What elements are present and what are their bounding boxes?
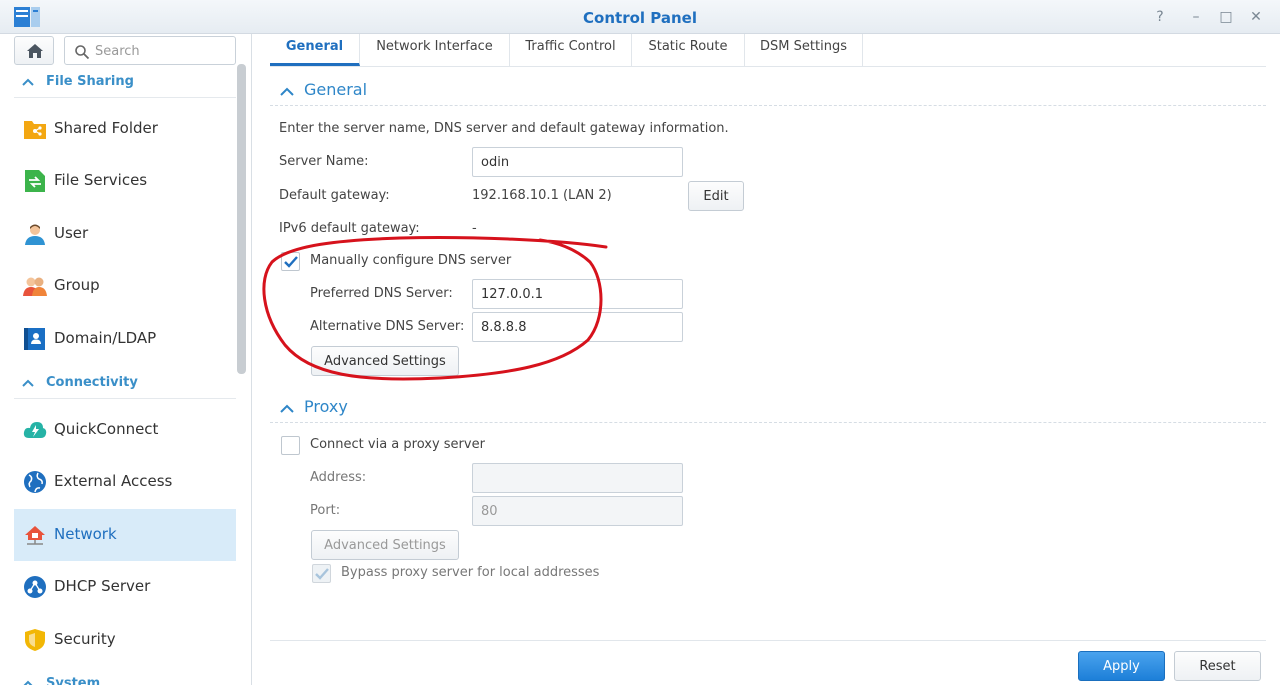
tab-bar: General Network Interface Traffic Contro… bbox=[270, 34, 1266, 67]
proxy-connect-checkbox[interactable] bbox=[281, 436, 300, 455]
search-box bbox=[64, 36, 236, 65]
chevron-up-icon bbox=[280, 404, 294, 413]
quickconnect-icon bbox=[23, 422, 47, 438]
manual-dns-label: Manually configure DNS server bbox=[310, 253, 512, 268]
section-system[interactable]: System bbox=[14, 670, 236, 685]
proxy-advanced-settings-button[interactable]: Advanced Settings bbox=[311, 530, 459, 560]
reset-button[interactable]: Reset bbox=[1174, 651, 1261, 681]
sidebar-item-security[interactable]: Security bbox=[14, 614, 236, 666]
general-description: Enter the server name, DNS server and de… bbox=[279, 121, 729, 136]
preferred-dns-label: Preferred DNS Server: bbox=[310, 286, 453, 301]
chevron-up-icon bbox=[23, 680, 33, 685]
footer-divider bbox=[270, 640, 1266, 641]
section-connectivity[interactable]: Connectivity bbox=[14, 369, 236, 399]
sidebar-item-quickconnect[interactable]: QuickConnect bbox=[14, 404, 236, 456]
alternative-dns-label: Alternative DNS Server: bbox=[310, 319, 465, 334]
maximize-icon[interactable]: □ bbox=[1216, 7, 1236, 27]
dhcp-server-icon bbox=[24, 576, 46, 598]
general-group-header[interactable]: General bbox=[270, 76, 1266, 106]
server-name-label: Server Name: bbox=[279, 154, 369, 169]
proxy-address-label: Address: bbox=[310, 470, 367, 485]
proxy-port-label: Port: bbox=[310, 503, 341, 518]
proxy-port-input[interactable] bbox=[472, 496, 683, 526]
home-button[interactable] bbox=[14, 36, 54, 65]
shared-folder-icon bbox=[24, 121, 46, 139]
proxy-connect-label: Connect via a proxy server bbox=[310, 437, 485, 452]
preferred-dns-input[interactable] bbox=[472, 279, 683, 309]
sidebar-item-domain-ldap[interactable]: Domain/LDAP bbox=[14, 313, 236, 365]
ipv6-gateway-label: IPv6 default gateway: bbox=[279, 221, 420, 236]
checkmark-icon bbox=[284, 256, 298, 268]
tab-static-route[interactable]: Static Route bbox=[632, 34, 745, 66]
section-file-sharing[interactable]: File Sharing bbox=[14, 68, 236, 98]
bypass-proxy-checkbox[interactable] bbox=[312, 564, 331, 583]
sidebar-item-shared-folder[interactable]: Shared Folder bbox=[14, 103, 236, 155]
network-icon bbox=[25, 526, 45, 545]
help-icon[interactable]: ? bbox=[1150, 7, 1170, 27]
chevron-up-icon bbox=[22, 78, 34, 86]
default-gateway-label: Default gateway: bbox=[279, 188, 390, 203]
user-icon bbox=[25, 224, 45, 245]
checkmark-icon bbox=[315, 568, 329, 580]
window-title: Control Panel bbox=[583, 9, 697, 27]
server-name-input[interactable] bbox=[472, 147, 683, 177]
bypass-proxy-label: Bypass proxy server for local addresses bbox=[341, 565, 600, 580]
search-icon bbox=[75, 45, 90, 60]
ipv6-gateway-value: - bbox=[472, 221, 477, 236]
home-icon bbox=[27, 44, 43, 58]
minimize-icon[interactable]: – bbox=[1186, 7, 1206, 27]
proxy-address-input[interactable] bbox=[472, 463, 683, 493]
sidebar-item-user[interactable]: User bbox=[14, 208, 236, 260]
sidebar-item-external-access[interactable]: External Access bbox=[14, 456, 236, 508]
manual-dns-checkbox[interactable] bbox=[281, 252, 300, 271]
tab-network-interface[interactable]: Network Interface bbox=[360, 34, 510, 66]
title-bar: Control Panel ? – □ ✕ bbox=[0, 0, 1280, 34]
chevron-up-icon bbox=[22, 379, 34, 387]
sidebar: File Sharing Shared Folder File Services… bbox=[0, 34, 252, 685]
tab-dsm-settings[interactable]: DSM Settings bbox=[745, 34, 863, 66]
sidebar-scrollbar[interactable] bbox=[237, 64, 246, 374]
alternative-dns-input[interactable] bbox=[472, 312, 683, 342]
domain-ldap-icon bbox=[24, 328, 45, 350]
proxy-group-header[interactable]: Proxy bbox=[270, 393, 1266, 423]
edit-gateway-button[interactable]: Edit bbox=[688, 181, 744, 211]
sidebar-item-group[interactable]: Group bbox=[14, 260, 236, 312]
tab-general[interactable]: General bbox=[270, 34, 360, 66]
file-services-icon bbox=[25, 170, 45, 192]
dns-advanced-settings-button[interactable]: Advanced Settings bbox=[311, 346, 459, 376]
sidebar-item-network[interactable]: Network bbox=[14, 509, 236, 561]
sidebar-item-file-services[interactable]: File Services bbox=[14, 155, 236, 207]
search-input[interactable] bbox=[95, 41, 230, 61]
main-content: General Network Interface Traffic Contro… bbox=[253, 34, 1280, 685]
external-access-icon bbox=[24, 471, 46, 493]
security-icon bbox=[25, 629, 45, 651]
apply-button[interactable]: Apply bbox=[1078, 651, 1165, 681]
sidebar-item-dhcp-server[interactable]: DHCP Server bbox=[14, 561, 236, 613]
default-gateway-value: 192.168.10.1 (LAN 2) bbox=[472, 188, 612, 203]
tab-traffic-control[interactable]: Traffic Control bbox=[510, 34, 632, 66]
close-icon[interactable]: ✕ bbox=[1246, 7, 1266, 27]
chevron-up-icon bbox=[280, 87, 294, 96]
group-icon bbox=[23, 277, 47, 296]
